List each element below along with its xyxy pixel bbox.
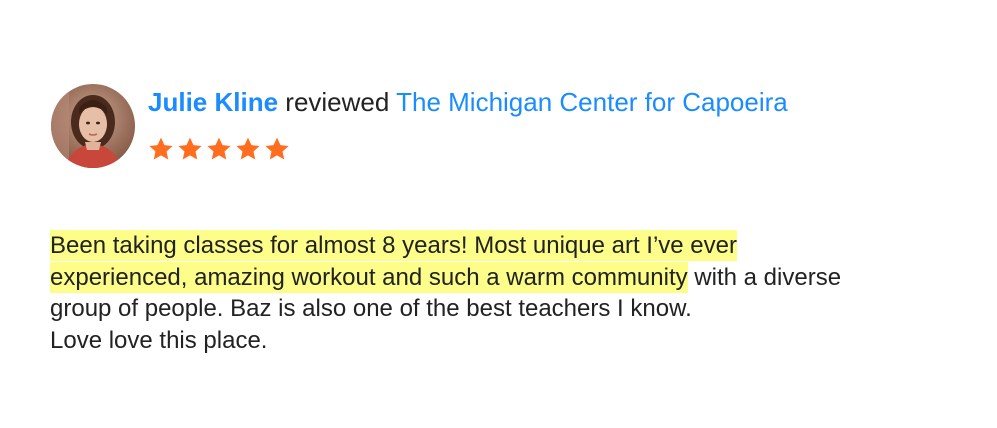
highlighted-text: Been taking classes for almost 8 years! … <box>50 230 737 261</box>
star-icon <box>206 136 232 162</box>
business-name-link[interactable]: The Michigan Center for Capoeira <box>396 87 788 117</box>
reviewed-label: reviewed <box>285 87 390 117</box>
star-icon <box>177 136 203 162</box>
star-rating <box>148 136 290 162</box>
review-card: Julie Kline reviewed The Michigan Center… <box>0 0 997 428</box>
review-line: Been taking classes for almost 8 years! … <box>50 230 970 262</box>
review-body: Been taking classes for almost 8 years! … <box>50 230 970 356</box>
reviewer-avatar[interactable] <box>51 84 135 168</box>
review-header: Julie Kline reviewed The Michigan Center… <box>148 86 788 118</box>
review-line: experienced, amazing workout and such a … <box>50 261 970 294</box>
review-text-segment: with a diverse <box>687 263 842 291</box>
reviewer-name-link[interactable]: Julie Kline <box>148 87 278 117</box>
star-icon <box>148 136 174 162</box>
review-line: Love love this place. <box>50 326 268 354</box>
user-avatar-photo-icon <box>51 84 135 168</box>
star-icon <box>264 136 290 162</box>
star-icon <box>235 136 261 162</box>
highlighted-text: experienced, amazing workout and such a … <box>50 261 688 293</box>
review-line: group of people. Baz is also one of the … <box>50 295 692 322</box>
